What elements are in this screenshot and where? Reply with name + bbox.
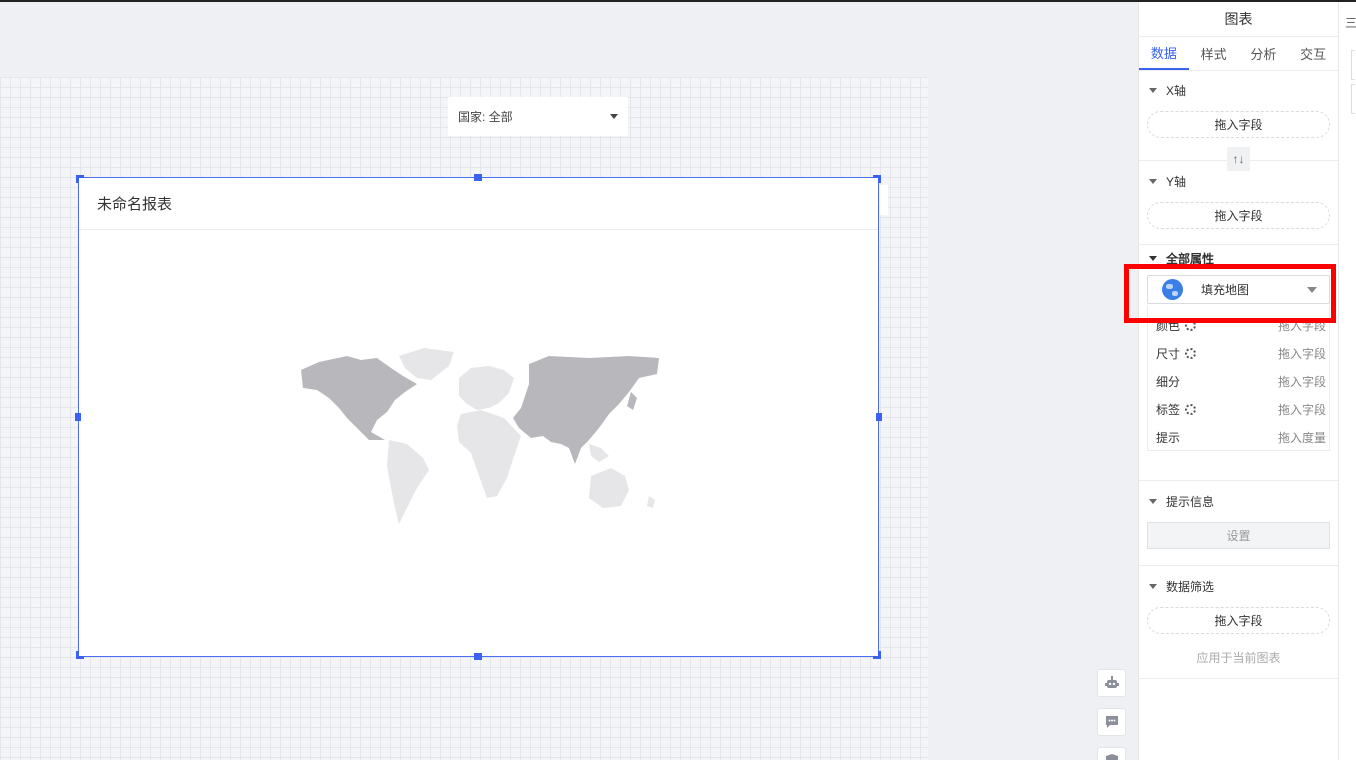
prop-name: 提示 bbox=[1156, 430, 1181, 445]
highlight-annotation bbox=[1124, 264, 1336, 323]
comment-button[interactable] bbox=[1097, 708, 1126, 736]
prop-name: 尺寸 bbox=[1156, 346, 1181, 361]
tab-data[interactable]: 数据 bbox=[1139, 37, 1189, 70]
data-filter-header[interactable]: 数据筛选 bbox=[1139, 576, 1338, 596]
new-zealand bbox=[647, 496, 655, 508]
ai-assistant-button[interactable] bbox=[1097, 669, 1126, 697]
tooltip-info-label: 提示信息 bbox=[1166, 494, 1215, 509]
x-axis-header[interactable]: X轴 bbox=[1139, 80, 1338, 100]
prop-drop[interactable]: 拖入字段 bbox=[1278, 345, 1326, 362]
panel-tabs: 数据 样式 分析 交互 bbox=[1139, 37, 1338, 71]
data-filter-section: 数据筛选 拖入字段 应用于当前图表 bbox=[1139, 576, 1338, 666]
y-axis-drop-zone[interactable]: 拖入字段 bbox=[1147, 202, 1330, 229]
prop-name: 标签 bbox=[1156, 402, 1181, 417]
collapse-triangle-icon bbox=[1149, 498, 1157, 504]
asia bbox=[513, 356, 659, 464]
swap-axes-button[interactable]: ↑↓ bbox=[1227, 147, 1250, 171]
resize-corner-top-left[interactable] bbox=[76, 175, 84, 183]
x-axis-drop-zone[interactable]: 拖入字段 bbox=[1147, 111, 1330, 138]
collapse-triangle-icon bbox=[1149, 255, 1157, 261]
north-america bbox=[301, 356, 417, 440]
divider bbox=[1139, 678, 1338, 679]
prop-row-size[interactable]: 尺寸 拖入字段 bbox=[1156, 343, 1326, 363]
right-edge-panel: 三 bbox=[1338, 2, 1356, 760]
prop-row-label[interactable]: 标签 拖入字段 bbox=[1156, 399, 1326, 419]
chat-icon bbox=[1105, 716, 1118, 728]
world-map bbox=[299, 348, 659, 531]
prop-drop[interactable]: 拖入字段 bbox=[1278, 401, 1326, 418]
divider bbox=[1139, 244, 1338, 245]
australia bbox=[589, 468, 629, 508]
greenland bbox=[399, 348, 454, 380]
caret-down-icon bbox=[610, 114, 618, 119]
prop-row-tooltip[interactable]: 提示 拖入度量 bbox=[1156, 427, 1326, 447]
y-axis-section: Y轴 拖入字段 bbox=[1139, 171, 1338, 229]
se-asia bbox=[589, 444, 609, 462]
europe bbox=[459, 366, 514, 410]
security-button[interactable] bbox=[1097, 747, 1126, 760]
gear-icon[interactable] bbox=[1185, 347, 1197, 359]
x-axis-section: X轴 拖入字段 bbox=[1139, 80, 1338, 138]
resize-handle-right[interactable] bbox=[876, 413, 882, 421]
resize-corner-top-right[interactable] bbox=[873, 175, 881, 183]
edge-fragment-icon: 三 bbox=[1345, 16, 1356, 30]
resize-corner-bottom-right[interactable] bbox=[873, 651, 881, 659]
divider bbox=[1139, 480, 1338, 481]
resize-handle-left[interactable] bbox=[75, 413, 81, 421]
x-axis-label: X轴 bbox=[1166, 83, 1187, 98]
tooltip-info-header[interactable]: 提示信息 bbox=[1139, 491, 1338, 511]
world-map-svg bbox=[301, 348, 659, 524]
tab-style[interactable]: 样式 bbox=[1189, 37, 1239, 70]
shield-icon bbox=[1105, 754, 1118, 760]
prop-drop[interactable]: 拖入字段 bbox=[1278, 373, 1326, 390]
collapse-triangle-icon bbox=[1149, 583, 1157, 589]
widget-title[interactable]: 未命名报表 bbox=[79, 178, 878, 230]
prop-row-detail[interactable]: 细分 拖入字段 bbox=[1156, 371, 1326, 391]
prop-drop[interactable]: 拖入度量 bbox=[1278, 429, 1326, 446]
edge-input-fragment bbox=[1351, 84, 1355, 114]
chart-config-panel: 图表 数据 样式 分析 交互 X轴 拖入字段 ↑↓ Y轴 拖入字段 全部属性 填… bbox=[1138, 2, 1338, 760]
collapse-triangle-icon bbox=[1149, 178, 1157, 184]
robot-icon bbox=[1104, 676, 1119, 688]
y-axis-label: Y轴 bbox=[1166, 174, 1187, 189]
prop-name: 细分 bbox=[1156, 374, 1181, 389]
swap-icon: ↑↓ bbox=[1232, 152, 1245, 166]
resize-corner-bottom-left[interactable] bbox=[76, 651, 84, 659]
resize-handle-top[interactable] bbox=[474, 174, 482, 181]
panel-title: 图表 bbox=[1139, 2, 1338, 37]
japan bbox=[627, 392, 637, 410]
data-filter-label: 数据筛选 bbox=[1166, 579, 1215, 594]
tab-analysis[interactable]: 分析 bbox=[1239, 37, 1289, 70]
edge-input-fragment bbox=[1351, 50, 1355, 80]
country-filter-label: 国家: 全部 bbox=[458, 110, 513, 124]
data-filter-hint: 应用于当前图表 bbox=[1196, 651, 1281, 665]
chart-widget[interactable]: 未命名报表 bbox=[75, 174, 882, 660]
y-axis-header[interactable]: Y轴 bbox=[1139, 171, 1338, 191]
gear-icon[interactable] bbox=[1185, 403, 1197, 415]
data-filter-drop-zone[interactable]: 拖入字段 bbox=[1147, 607, 1330, 634]
tooltip-settings-button[interactable]: 设置 bbox=[1147, 522, 1330, 549]
south-america bbox=[387, 440, 429, 524]
resize-handle-bottom[interactable] bbox=[474, 653, 482, 660]
divider bbox=[1139, 565, 1338, 566]
country-filter[interactable]: 国家: 全部 bbox=[448, 97, 628, 136]
tooltip-info-section: 提示信息 设置 bbox=[1139, 491, 1338, 549]
africa bbox=[457, 410, 521, 498]
widget-side-stub bbox=[880, 185, 888, 215]
tab-interaction[interactable]: 交互 bbox=[1288, 37, 1338, 70]
properties-box: 颜色 拖入字段 尺寸 拖入字段 细分 拖入字段 标签 拖入字段 提示 拖入度量 bbox=[1147, 305, 1330, 451]
collapse-triangle-icon bbox=[1149, 87, 1157, 93]
